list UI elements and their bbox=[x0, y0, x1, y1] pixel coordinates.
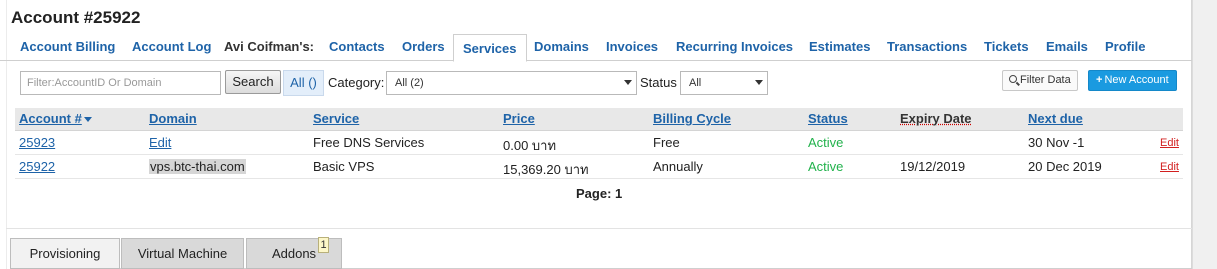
account-id-link[interactable]: 25922 bbox=[19, 159, 55, 174]
services-table: Account # Domain Service Price Billing C… bbox=[15, 108, 1183, 179]
account-owner-label: Avi Coifman's: bbox=[224, 39, 315, 54]
price-value: 15,369.20 บาท bbox=[503, 162, 589, 177]
search-icon bbox=[1009, 75, 1017, 83]
account-id-link[interactable]: 25923 bbox=[19, 135, 55, 150]
filter-bar: Search All () Category: All (2) Status A… bbox=[0, 62, 1192, 100]
header-price[interactable]: Price bbox=[503, 111, 535, 126]
pagination: Page: 1 bbox=[576, 186, 622, 201]
header-status[interactable]: Status bbox=[808, 111, 848, 126]
price-value: 0.00 บาท bbox=[503, 138, 557, 153]
tab-estimates[interactable]: Estimates bbox=[809, 39, 870, 54]
service-name: Basic VPS bbox=[313, 159, 375, 174]
bottom-tab-bar: Provisioning Virtual Machine Addons bbox=[10, 238, 1192, 269]
addons-count-badge: 1 bbox=[318, 237, 329, 253]
next-due-value: 30 Nov -1 bbox=[1028, 135, 1085, 150]
status-select[interactable]: All bbox=[680, 71, 768, 95]
filter-data-label: Filter Data bbox=[1020, 74, 1071, 86]
header-billing-cycle[interactable]: Billing Cycle bbox=[653, 111, 731, 126]
chevron-down-icon bbox=[755, 80, 763, 85]
row-edit-link[interactable]: Edit bbox=[1160, 161, 1179, 173]
search-input[interactable] bbox=[20, 71, 221, 95]
tab-provisioning[interactable]: Provisioning bbox=[10, 238, 120, 269]
tab-profile[interactable]: Profile bbox=[1105, 39, 1145, 54]
expiry-date-value: 19/12/2019 bbox=[900, 159, 966, 174]
all-filter-button[interactable]: All () bbox=[283, 70, 324, 96]
main-panel: Account #25922 Account Billing Account L… bbox=[0, 0, 1192, 269]
header-service[interactable]: Service bbox=[313, 111, 359, 126]
status-badge: Active bbox=[808, 135, 844, 150]
tab-tickets[interactable]: Tickets bbox=[984, 39, 1029, 54]
tab-domains[interactable]: Domains bbox=[534, 39, 589, 54]
filter-data-button[interactable]: Filter Data bbox=[1002, 70, 1078, 91]
tab-recurring-invoices[interactable]: Recurring Invoices bbox=[676, 39, 793, 54]
header-account[interactable]: Account # bbox=[19, 111, 92, 126]
tab-contacts[interactable]: Contacts bbox=[329, 39, 385, 54]
tab-account-billing[interactable]: Account Billing bbox=[20, 39, 115, 54]
new-account-label: New Account bbox=[1104, 74, 1169, 86]
table-header: Account # Domain Service Price Billing C… bbox=[15, 108, 1183, 131]
tab-orders[interactable]: Orders bbox=[402, 39, 445, 54]
header-domain[interactable]: Domain bbox=[149, 111, 197, 126]
domain-value: vps.btc-thai.com bbox=[149, 159, 246, 174]
category-label: Category: bbox=[328, 75, 385, 90]
plus-icon: + bbox=[1096, 74, 1103, 86]
table-row: 25923 Edit Free DNS Services 0.00 บาท Fr… bbox=[15, 131, 1183, 155]
tab-emails[interactable]: Emails bbox=[1046, 39, 1088, 54]
pagination-current-page[interactable]: 1 bbox=[615, 186, 622, 201]
pagination-label: Page: bbox=[576, 186, 612, 201]
row-edit-link[interactable]: Edit bbox=[1160, 137, 1179, 149]
table-row: 25922 vps.btc-thai.com Basic VPS 15,369.… bbox=[15, 155, 1183, 179]
status-label: Status bbox=[640, 75, 677, 90]
account-tab-bar: Account Billing Account Log Avi Coifman'… bbox=[0, 34, 1192, 62]
header-expiry-date: Expiry Date bbox=[900, 111, 972, 126]
category-select-value: All (2) bbox=[395, 77, 424, 89]
tab-virtual-machine[interactable]: Virtual Machine bbox=[121, 238, 244, 269]
search-button[interactable]: Search bbox=[225, 70, 281, 94]
billing-cycle-value: Free bbox=[653, 135, 680, 150]
chevron-down-icon bbox=[624, 80, 632, 85]
domain-edit-link[interactable]: Edit bbox=[149, 135, 171, 150]
service-name: Free DNS Services bbox=[313, 135, 425, 150]
vertical-scrollbar[interactable] bbox=[1192, 0, 1217, 269]
next-due-value: 20 Dec 2019 bbox=[1028, 159, 1102, 174]
tab-services[interactable]: Services bbox=[453, 34, 527, 62]
tab-transactions[interactable]: Transactions bbox=[887, 39, 967, 54]
new-account-button[interactable]: + New Account bbox=[1088, 70, 1177, 91]
status-badge: Active bbox=[808, 159, 844, 174]
status-select-value: All bbox=[689, 77, 702, 89]
category-select[interactable]: All (2) bbox=[386, 71, 637, 95]
tab-invoices[interactable]: Invoices bbox=[606, 39, 658, 54]
header-next-due[interactable]: Next due bbox=[1028, 111, 1083, 126]
header-account-label: Account # bbox=[19, 111, 82, 126]
billing-cycle-value: Annually bbox=[653, 159, 703, 174]
sort-desc-icon bbox=[83, 117, 92, 123]
tab-account-log[interactable]: Account Log bbox=[132, 39, 211, 54]
section-divider bbox=[6, 228, 1192, 229]
page-title: Account #25922 bbox=[11, 8, 141, 27]
